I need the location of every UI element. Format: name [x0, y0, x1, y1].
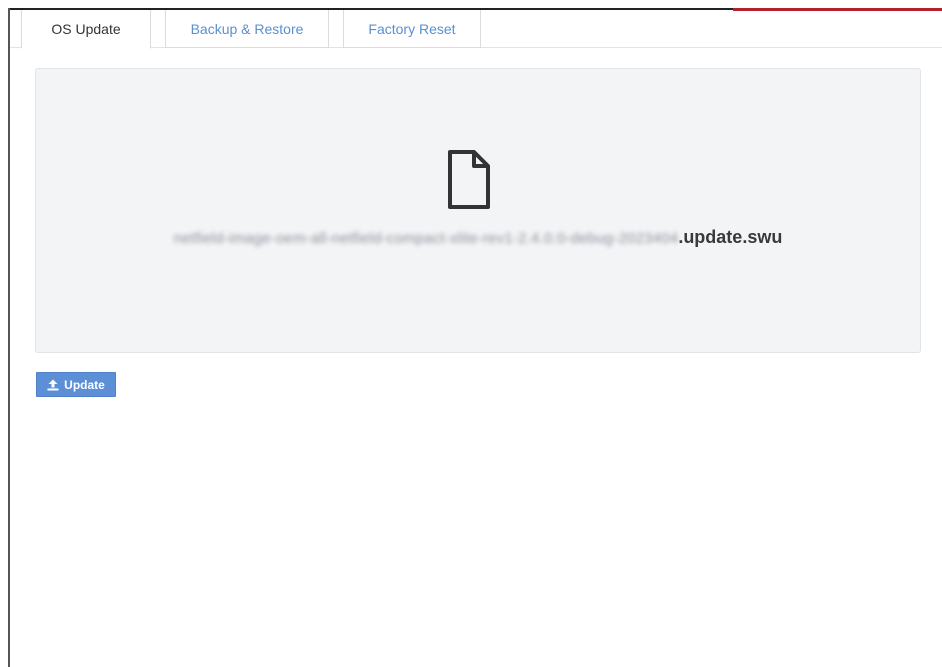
tab-bar: OS Update Backup & Restore Factory Reset [10, 10, 942, 49]
tab-backup-restore[interactable]: Backup & Restore [165, 10, 329, 48]
selected-filename: netfield-image-oem-all-netfield-compact-… [36, 227, 920, 248]
filename-obscured-part: netfield-image-oem-all-netfield-compact-… [173, 230, 679, 247]
left-border [8, 8, 10, 667]
filename-suffix: .update.swu [678, 227, 783, 247]
tab-factory-reset[interactable]: Factory Reset [343, 10, 481, 48]
tab-os-update[interactable]: OS Update [21, 10, 151, 49]
file-dropzone[interactable]: netfield-image-oem-all-netfield-compact-… [35, 68, 921, 353]
upload-icon [47, 379, 59, 390]
file-icon [448, 150, 490, 209]
update-button-label: Update [64, 377, 105, 392]
update-button[interactable]: Update [36, 372, 116, 397]
